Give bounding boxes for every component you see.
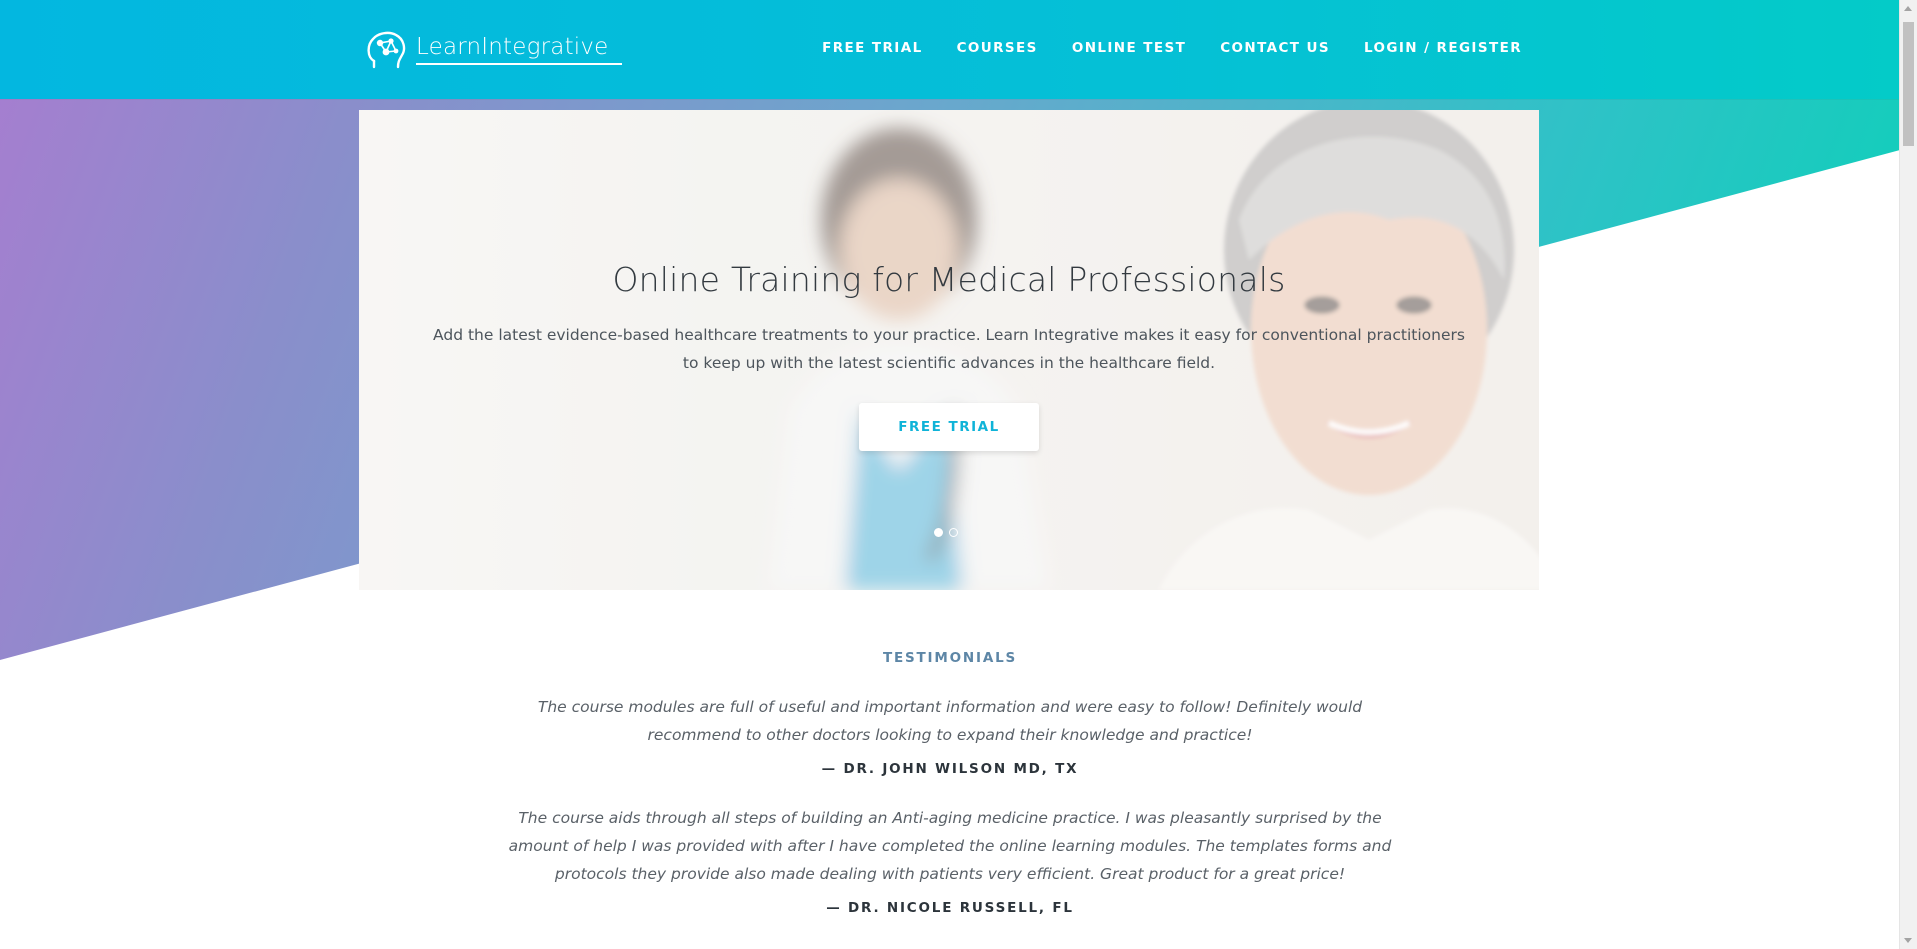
nav-online-test[interactable]: ONLINE TEST — [1072, 40, 1186, 56]
hero-content: Online Training for Medical Professional… — [359, 260, 1539, 451]
hero-title: Online Training for Medical Professional… — [612, 260, 1286, 299]
nav-login-register[interactable]: LOGIN / REGISTER — [1364, 40, 1522, 56]
logo-text: LearnIntegrative — [416, 33, 609, 60]
page-scrollbar[interactable] — [1899, 0, 1917, 949]
nav-courses[interactable]: COURSES — [957, 40, 1038, 56]
testimonial-author: — DR. NICOLE RUSSELL, FL — [826, 900, 1074, 916]
logo[interactable]: LearnIntegrative — [364, 27, 622, 71]
testimonial-quote: The course aids through all steps of bui… — [508, 809, 1392, 883]
hero-slider: Online Training for Medical Professional… — [359, 110, 1539, 590]
slider-dot-1[interactable] — [934, 528, 943, 537]
testimonial-quote: The course modules are full of useful an… — [537, 698, 1363, 744]
main-nav: FREE TRIAL COURSES ONLINE TEST CONTACT U… — [822, 40, 1522, 56]
page: LearnIntegrative FREE TRIAL COURSES ONLI… — [0, 0, 1917, 949]
testimonials-heading: TESTIMONIALS — [883, 650, 1017, 666]
free-trial-button[interactable]: FREE TRIAL — [859, 403, 1039, 451]
testimonials-section: TESTIMONIALS The course modules are full… — [0, 650, 1900, 916]
scroll-up-icon[interactable] — [1904, 6, 1912, 11]
site-header: LearnIntegrative FREE TRIAL COURSES ONLI… — [0, 0, 1900, 99]
nav-contact-us[interactable]: CONTACT US — [1220, 40, 1330, 56]
testimonial-item: The course aids through all steps of bui… — [0, 804, 1900, 916]
logo-underline — [416, 62, 622, 65]
scrollbar-thumb[interactable] — [1903, 22, 1914, 146]
testimonial-author: — DR. JOHN WILSON MD, TX — [821, 761, 1079, 777]
testimonial-item: The course modules are full of useful an… — [0, 693, 1900, 777]
slider-dots — [934, 528, 958, 537]
brain-network-icon — [367, 31, 406, 69]
scroll-down-icon[interactable] — [1904, 938, 1912, 943]
slider-dot-2[interactable] — [949, 528, 958, 537]
hero-subtitle: Add the latest evidence-based healthcare… — [433, 326, 1465, 372]
nav-free-trial[interactable]: FREE TRIAL — [822, 40, 922, 56]
logo-text-group: LearnIntegrative — [416, 34, 622, 65]
